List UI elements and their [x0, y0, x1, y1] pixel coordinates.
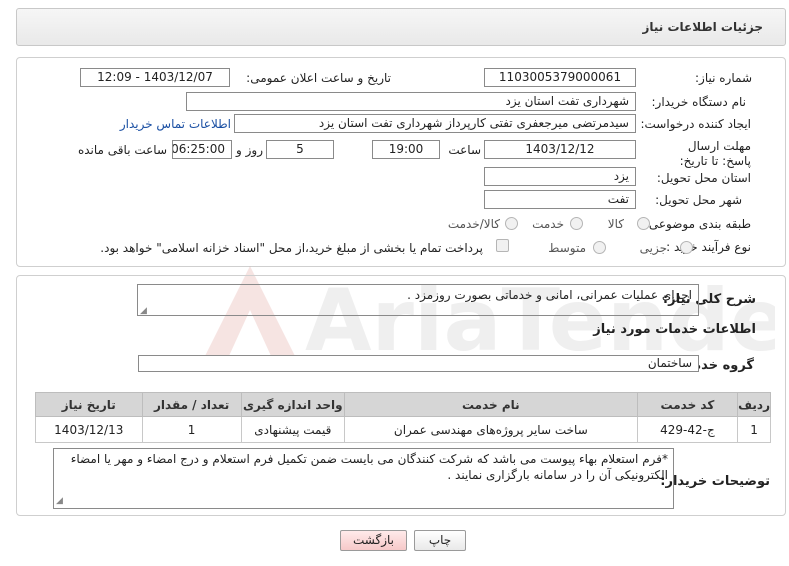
buyer-notes-label: توضیحات خریدار:: [660, 474, 770, 489]
category-option-goods-service: کالا/خدمت: [447, 217, 500, 231]
process-type-label: نوع فرآیند خرید :: [666, 240, 751, 254]
cell-date: 1403/12/13: [35, 416, 143, 443]
days-label: روز و: [236, 143, 263, 157]
remaining-time-field: 06:25:00: [172, 140, 232, 159]
category-option-goods: کالا: [607, 217, 624, 231]
creator-label: ایجاد کننده درخواست:: [640, 117, 751, 131]
treasury-payment-checkbox[interactable]: [496, 239, 509, 252]
treasury-payment-note: پرداخت تمام یا بخشی از مبلغ خرید،از محل …: [100, 241, 483, 255]
province-field: یزد: [484, 167, 636, 186]
need-number-label: شماره نیاز:: [695, 71, 752, 85]
back-button[interactable]: بازگشت: [340, 530, 407, 551]
deadline-date-field: 1403/12/12: [484, 140, 636, 159]
col-header-qty: تعداد / مقدار: [141, 392, 242, 417]
services-table: ردیف کد خدمت نام خدمت واحد اندازه گیری ت…: [35, 392, 771, 443]
process-radio-medium[interactable]: [593, 241, 606, 254]
days-field: 5: [266, 140, 334, 159]
services-table-header: ردیف کد خدمت نام خدمت واحد اندازه گیری ت…: [35, 392, 771, 417]
category-label: طبقه بندی موضوعی:: [644, 217, 751, 231]
cell-unit: قیمت پیشنهادی: [240, 416, 345, 443]
print-button[interactable]: چاپ: [414, 530, 466, 551]
col-header-unit: واحد اندازه گیری: [240, 392, 345, 417]
col-header-code: کد خدمت: [636, 392, 739, 417]
need-number-field: 1103005379000061: [484, 68, 636, 87]
cell-qty: 1: [141, 416, 242, 443]
cell-code: ج-42-429: [636, 416, 739, 443]
buyer-org-field: شهرداری تفت استان یزد: [186, 92, 636, 111]
buyer-org-label: نام دستگاه خریدار:: [651, 95, 747, 109]
announce-date-label: تاریخ و ساعت اعلان عمومی:: [246, 71, 391, 85]
col-header-name: نام خدمت: [343, 392, 638, 417]
notes-resize-handle-icon[interactable]: ◢: [56, 496, 63, 506]
page-header: جزئیات اطلاعات نیاز: [16, 8, 786, 46]
announce-date-field: 1403/12/07 - 12:09: [80, 68, 230, 87]
page-title: جزئیات اطلاعات نیاز: [642, 20, 763, 34]
process-radio-minor[interactable]: [680, 241, 693, 254]
col-header-row: ردیف: [737, 392, 771, 417]
deadline-label: مهلت ارسال پاسخ: تا تاریخ:: [679, 139, 751, 168]
summary-field: اجرای عملیات عمرانی، امانی و خدماتی بصور…: [137, 284, 699, 316]
cell-row: 1: [737, 416, 771, 443]
process-option-minor: جزیی: [639, 241, 667, 255]
deadline-time-field: 19:00: [372, 140, 440, 159]
city-label: شهر محل تحویل:: [655, 193, 742, 207]
province-label: استان محل تحویل:: [656, 171, 751, 185]
cell-name: ساخت سایر پروژه‌های مهندسی عمران: [343, 416, 638, 443]
process-option-medium: متوسط: [548, 241, 586, 255]
buyer-notes-field: *فرم استعلام بهاء پیوست می باشد که شرکت …: [53, 448, 674, 509]
deadline-time-label: ساعت: [448, 143, 481, 157]
category-radio-goods-service[interactable]: [505, 217, 518, 230]
service-group-field: ساختمان: [138, 355, 699, 372]
col-header-date: تاریخ نیاز: [35, 392, 143, 417]
services-section-title: اطلاعات خدمات مورد نیاز: [593, 322, 756, 337]
category-radio-goods[interactable]: [637, 217, 650, 230]
creator-field: سیدمرتضی میرجعفری تفتی کارپرداز شهرداری …: [234, 114, 636, 133]
category-option-service: خدمت: [532, 217, 564, 231]
remaining-label: ساعت باقی مانده: [77, 143, 167, 157]
category-radio-service[interactable]: [570, 217, 583, 230]
city-field: تفت: [484, 190, 636, 209]
buyer-contact-link[interactable]: اطلاعات تماس خریدار: [120, 117, 231, 131]
resize-handle-icon[interactable]: ◢: [140, 306, 147, 316]
table-row: 1 ج-42-429 ساخت سایر پروژه‌های مهندسی عم…: [35, 416, 771, 443]
